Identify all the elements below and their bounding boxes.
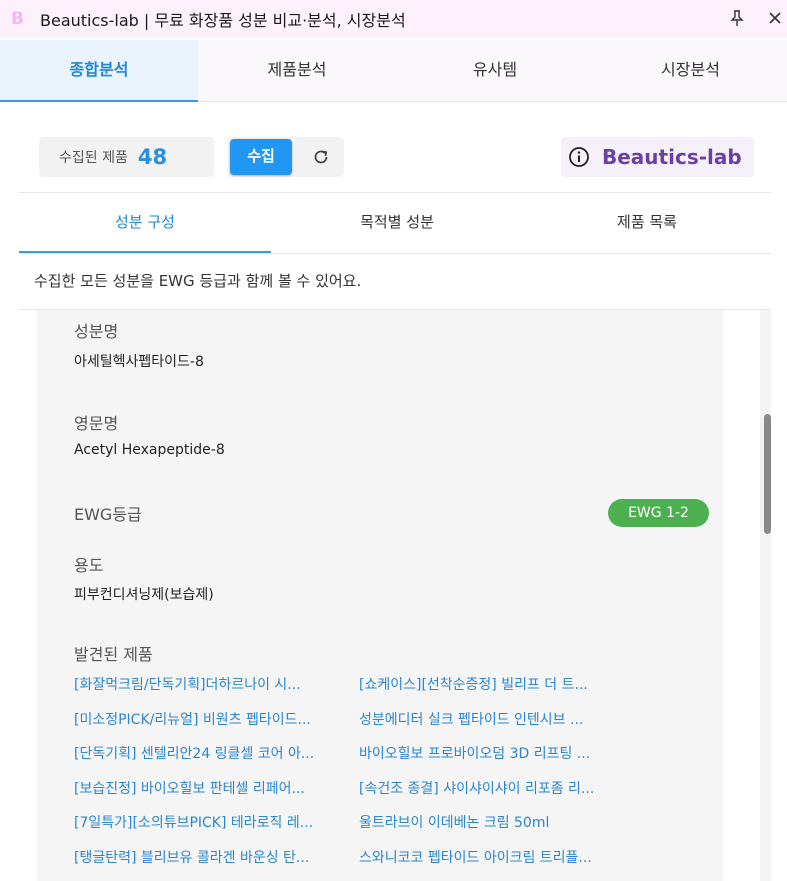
subtab-product-list[interactable]: 제품 목록 [523, 193, 771, 253]
collected-count: 48 [137, 145, 168, 169]
info-icon[interactable] [568, 146, 590, 168]
window-title: Beautics-lab | 무료 화장품 성분 비교·분석, 시장분석 [40, 11, 406, 30]
brand-badge[interactable]: Beautics-lab [561, 137, 754, 177]
product-link[interactable]: [화잘먹크림/단독기획]더하르나이 시... [74, 674, 349, 694]
tab-overall-analysis[interactable]: 종합분석 [0, 40, 198, 102]
app-logo-icon: B [11, 9, 24, 29]
scrollbar-thumb[interactable] [764, 414, 771, 534]
refresh-icon[interactable] [303, 139, 339, 175]
tab-product-analysis[interactable]: 제품분석 [198, 40, 396, 102]
ingredient-card: 성분명 아세틸헥사펩타이드-8 영문명 Acetyl Hexapeptide-8… [37, 310, 723, 881]
subtab-purpose-ingredients[interactable]: 목적별 성분 [271, 193, 523, 253]
product-link[interactable]: [미소정PICK/리뉴얼] 비원츠 펩타이드... [74, 709, 349, 729]
product-link[interactable]: [쇼케이스][선착순증정] 빌리프 더 트... [359, 674, 634, 694]
english-name-label: 영문명 [74, 414, 119, 433]
pin-icon[interactable] [729, 9, 745, 27]
ewg-grade-label: EWG등급 [74, 505, 142, 524]
usage-value: 피부컨디셔닝제(보습제) [74, 587, 214, 603]
main-tab-bar: 종합분석 제품분석 유사템 시장분석 [0, 40, 787, 102]
section-description: 수집한 모든 성분을 EWG 등급과 함께 볼 수 있어요. [19, 253, 771, 310]
sub-tab-bar: 성분 구성 목적별 성분 제품 목록 [19, 192, 771, 253]
product-link[interactable]: [탱글탄력] 블리브유 콜라겐 바운싱 탄... [74, 847, 349, 867]
ingredient-list[interactable]: 성분명 아세틸헥사펩타이드-8 영문명 Acetyl Hexapeptide-8… [19, 310, 771, 881]
close-icon[interactable] [767, 9, 783, 27]
subtab-ingredient-composition[interactable]: 성분 구성 [19, 193, 271, 253]
ingredient-name-label: 성분명 [74, 322, 119, 341]
collect-button[interactable]: 수집 [230, 139, 292, 175]
title-bar: B Beautics-lab | 무료 화장품 성분 비교·분석, 시장분석 [0, 0, 787, 38]
product-link[interactable]: 성분에디터 실크 펩타이드 인텐시브 ... [359, 709, 634, 729]
product-link[interactable]: [보습진정] 바이오힐보 판테셀 리페어... [74, 778, 349, 798]
tab-market-analysis[interactable]: 시장분석 [594, 40, 787, 102]
found-products-label: 발견된 제품 [74, 645, 153, 664]
vertical-scrollbar[interactable] [760, 310, 771, 881]
brand-name: Beautics-lab [602, 145, 742, 169]
usage-label: 용도 [74, 556, 104, 575]
product-link[interactable]: [속건조 종결] 샤이샤이샤이 리포좀 리... [359, 778, 634, 798]
ewg-grade-badge: EWG 1-2 [608, 499, 709, 527]
ingredient-name-value: 아세틸헥사펩타이드-8 [74, 354, 204, 370]
tab-similar-items[interactable]: 유사템 [396, 40, 594, 102]
collected-count-box: 수집된 제품 48 [39, 137, 214, 177]
product-link[interactable]: [7일특가][소의튜브PICK] 테라로직 레... [74, 812, 349, 832]
product-link[interactable]: [단독기획] 센텔리안24 링클셀 코어 아... [74, 743, 349, 763]
product-link[interactable]: 스와니코코 펩타이드 아이크림 트리플... [359, 847, 634, 867]
product-link[interactable]: 바이오힐보 프로바이오덤 3D 리프팅 ... [359, 743, 634, 763]
collected-label: 수집된 제품 [59, 150, 128, 166]
product-link[interactable]: 울트라브이 이데베논 크림 50ml [359, 812, 634, 832]
english-name-value: Acetyl Hexapeptide-8 [74, 442, 225, 458]
